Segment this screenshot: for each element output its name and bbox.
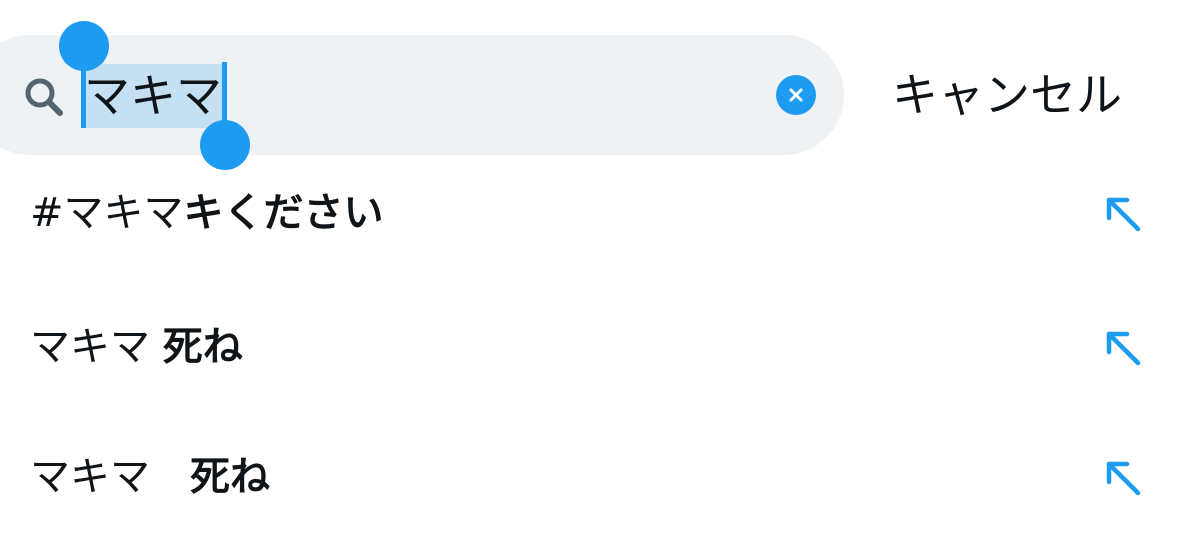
suggestion-text: マキマ 死ね [30,282,243,412]
suggestion-item[interactable]: #マキマキください [0,148,1179,278]
suggestion-prefix: マキマ [30,324,163,370]
suggestion-item[interactable]: マキマ 死ね [0,282,1179,412]
suggestion-prefix: #マキマ [30,190,184,236]
search-input[interactable]: マキマ [84,58,222,134]
suggestion-completion: 死ね [162,324,243,370]
suggestion-text: マキマ 死ね [30,412,270,542]
suggestion-text: #マキマキください [30,148,384,278]
clear-icon [789,88,803,102]
arrow-up-left-icon[interactable] [1100,325,1144,369]
suggestion-prefix: マキマ [30,454,190,500]
suggestion-completion: 死ね [190,454,270,500]
clear-button[interactable] [776,75,816,115]
suggestion-completion: キください [183,190,384,236]
arrow-up-left-icon[interactable] [1100,455,1144,499]
selection-start-handle[interactable] [59,21,109,71]
selection-start-bar [81,62,86,128]
suggestion-item[interactable]: マキマ 死ね [0,412,1179,542]
search-icon [25,78,63,116]
cancel-button[interactable]: キャンセル [892,60,1122,130]
arrow-up-left-icon[interactable] [1100,191,1144,235]
